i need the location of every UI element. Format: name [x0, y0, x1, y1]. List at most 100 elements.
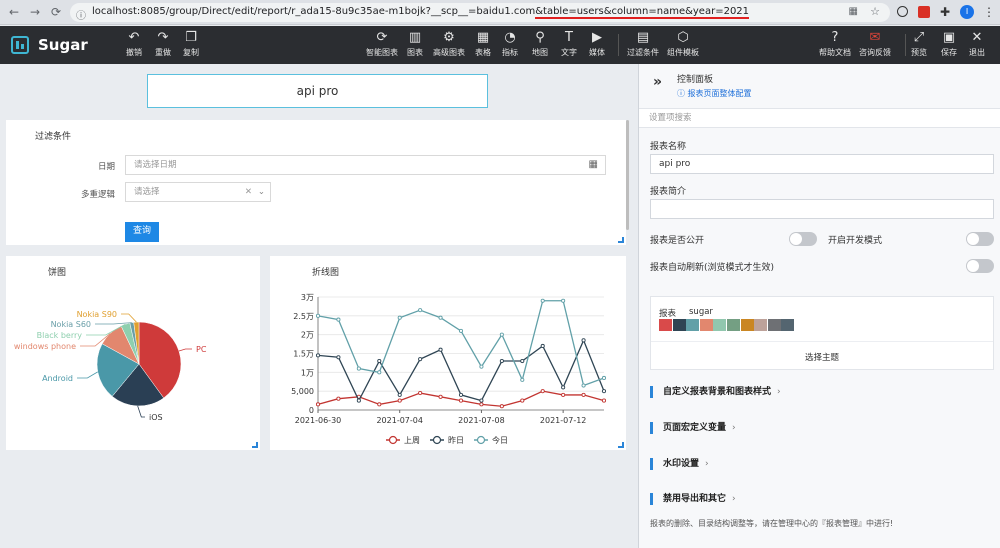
data-point[interactable]	[458, 328, 464, 333]
data-point[interactable]	[356, 398, 361, 403]
report-name-input[interactable]: api pro	[650, 154, 994, 174]
data-point[interactable]	[397, 398, 402, 403]
data-point[interactable]	[377, 370, 382, 375]
data-point[interactable]	[315, 402, 321, 407]
data-point[interactable]	[601, 375, 607, 381]
data-point[interactable]	[336, 317, 341, 322]
data-point[interactable]	[438, 315, 443, 320]
toolbar-center-button-0[interactable]: ⟳ 智能图表	[366, 30, 398, 58]
data-point[interactable]	[561, 385, 566, 390]
extension-red-icon[interactable]	[918, 6, 930, 18]
toolbar-center-button-3[interactable]: ▦ 表格	[475, 30, 491, 58]
toolbar-center-button-1[interactable]: ▥ 图表	[407, 30, 423, 58]
data-point[interactable]	[479, 402, 484, 407]
legend-label[interactable]: 今日	[492, 435, 508, 445]
toolbar-center-button-7[interactable]: ▶ 媒体	[589, 30, 605, 58]
clear-icon[interactable]: ✕	[245, 183, 252, 201]
data-point[interactable]	[581, 338, 586, 343]
data-point[interactable]	[377, 402, 382, 407]
public-toggle[interactable]	[789, 232, 817, 246]
data-point[interactable]	[520, 358, 525, 364]
data-point[interactable]	[520, 377, 525, 382]
data-point[interactable]	[601, 398, 607, 403]
select-theme-button[interactable]: 选择主题	[651, 351, 993, 363]
logic-select[interactable]: 请选择 ✕ ⌄	[125, 182, 271, 202]
toolbar-center-button-9[interactable]: ⬡ 组件模板	[667, 30, 699, 58]
data-point[interactable]	[499, 358, 504, 364]
data-point[interactable]	[479, 364, 484, 369]
data-point[interactable]	[336, 396, 341, 401]
toolbar-right-button-3[interactable]: ▣ 保存	[941, 30, 957, 58]
data-point[interactable]	[499, 404, 504, 409]
toolbar-right-button-4[interactable]: ✕ 退出	[969, 30, 985, 58]
panel-section-3[interactable]: 禁用导出和其它 ›	[650, 493, 736, 505]
legend-marker[interactable]	[432, 435, 442, 445]
autorefresh-toggle[interactable]	[966, 259, 994, 273]
data-point[interactable]	[336, 355, 341, 360]
legend-label[interactable]: 昨日	[448, 435, 464, 445]
legend-label[interactable]: 上周	[404, 436, 420, 445]
data-point[interactable]	[520, 398, 525, 403]
data-point[interactable]	[418, 390, 423, 396]
toolbar-left-button-1[interactable]: ↷ 重做	[155, 30, 171, 58]
toolbar-center-button-2[interactable]: ⚙ 高级图表	[433, 30, 465, 58]
data-point[interactable]	[601, 389, 607, 394]
legend-marker[interactable]	[476, 435, 486, 445]
devmode-toggle[interactable]	[966, 232, 994, 246]
data-point[interactable]	[418, 308, 423, 313]
settings-search-input[interactable]: 设置项搜索	[639, 108, 1000, 128]
data-point[interactable]	[397, 315, 402, 320]
toolbar-center-button-8[interactable]: ▤ 过滤条件	[627, 30, 659, 58]
data-point[interactable]	[479, 398, 484, 403]
data-point[interactable]	[581, 383, 586, 388]
date-input[interactable]: 请选择日期 ▦	[125, 155, 606, 175]
line-chart-card[interactable]: 折线图 0 5,000 1万 1.5万 2万 2.5万 3万 2021-06-30 2021-0…	[270, 256, 626, 450]
legend-marker[interactable]	[388, 435, 398, 445]
data-point[interactable]	[458, 392, 464, 397]
data-point[interactable]	[438, 347, 443, 352]
filter-card[interactable]: 过滤条件 日期 请选择日期 ▦ 多重逻辑 请选择 ✕ ⌄ 查询	[6, 120, 626, 245]
reload-icon[interactable]: ⟳	[49, 5, 63, 19]
toolbar-center-button-4[interactable]: ◔ 指标	[502, 30, 518, 58]
report-name-box[interactable]: api pro	[147, 74, 488, 108]
data-point[interactable]	[499, 332, 504, 337]
panel-section-0[interactable]: 自定义报表背景和图表样式 ›	[650, 386, 781, 398]
toolbar-right-button-2[interactable]: ⤢ 预览	[911, 30, 927, 58]
data-point[interactable]	[540, 298, 545, 303]
data-point[interactable]	[458, 398, 464, 403]
data-point[interactable]	[315, 353, 321, 358]
report-desc-input[interactable]	[650, 199, 994, 219]
forward-icon[interactable]: →	[28, 5, 42, 19]
toolbar-center-button-5[interactable]: ⚲ 地图	[532, 30, 548, 58]
data-point[interactable]	[561, 392, 566, 397]
data-point[interactable]	[377, 358, 382, 364]
menu-kebab-icon[interactable]: ⋮	[982, 5, 996, 19]
data-point[interactable]	[315, 313, 321, 318]
data-point[interactable]	[418, 357, 423, 362]
data-point[interactable]	[438, 394, 443, 399]
calendar-icon[interactable]: ▦	[589, 156, 598, 174]
toolbar-right-button-0[interactable]: ? 帮助文档	[819, 30, 851, 58]
address-bar[interactable]: ⓘ localhost:8085/group/Direct/edit/repor…	[70, 3, 890, 22]
extensions-puzzle-icon[interactable]: ✚	[938, 5, 952, 19]
theme-picker[interactable]: 报表 sugar 选择主题	[650, 296, 994, 370]
toolbar-left-button-0[interactable]: ↶ 撤销	[126, 30, 142, 58]
data-point[interactable]	[540, 389, 545, 394]
pie-chart-card[interactable]: 饼图 PC iOS Android windows phone Black berry N…	[6, 256, 260, 450]
resize-handle[interactable]	[252, 442, 258, 448]
chevron-down-icon[interactable]: ⌄	[258, 183, 265, 201]
resize-handle[interactable]	[618, 237, 624, 243]
data-point[interactable]	[561, 298, 566, 303]
collapse-double-chevron-icon[interactable]: »	[653, 74, 662, 90]
data-point[interactable]	[356, 366, 361, 371]
profile-avatar[interactable]: I	[960, 5, 974, 19]
data-point[interactable]	[397, 392, 402, 397]
page-config-link[interactable]: ⓘ 报表页面整体配置	[677, 88, 752, 99]
bookmark-star-icon[interactable]: ☆	[870, 5, 880, 18]
canvas-scrollbar[interactable]	[626, 120, 629, 230]
qr-icon[interactable]: ▦	[849, 6, 858, 17]
resize-handle[interactable]	[618, 442, 624, 448]
data-point[interactable]	[581, 392, 586, 397]
toolbar-left-button-2[interactable]: ❐ 复制	[183, 30, 199, 58]
data-point[interactable]	[540, 343, 545, 349]
